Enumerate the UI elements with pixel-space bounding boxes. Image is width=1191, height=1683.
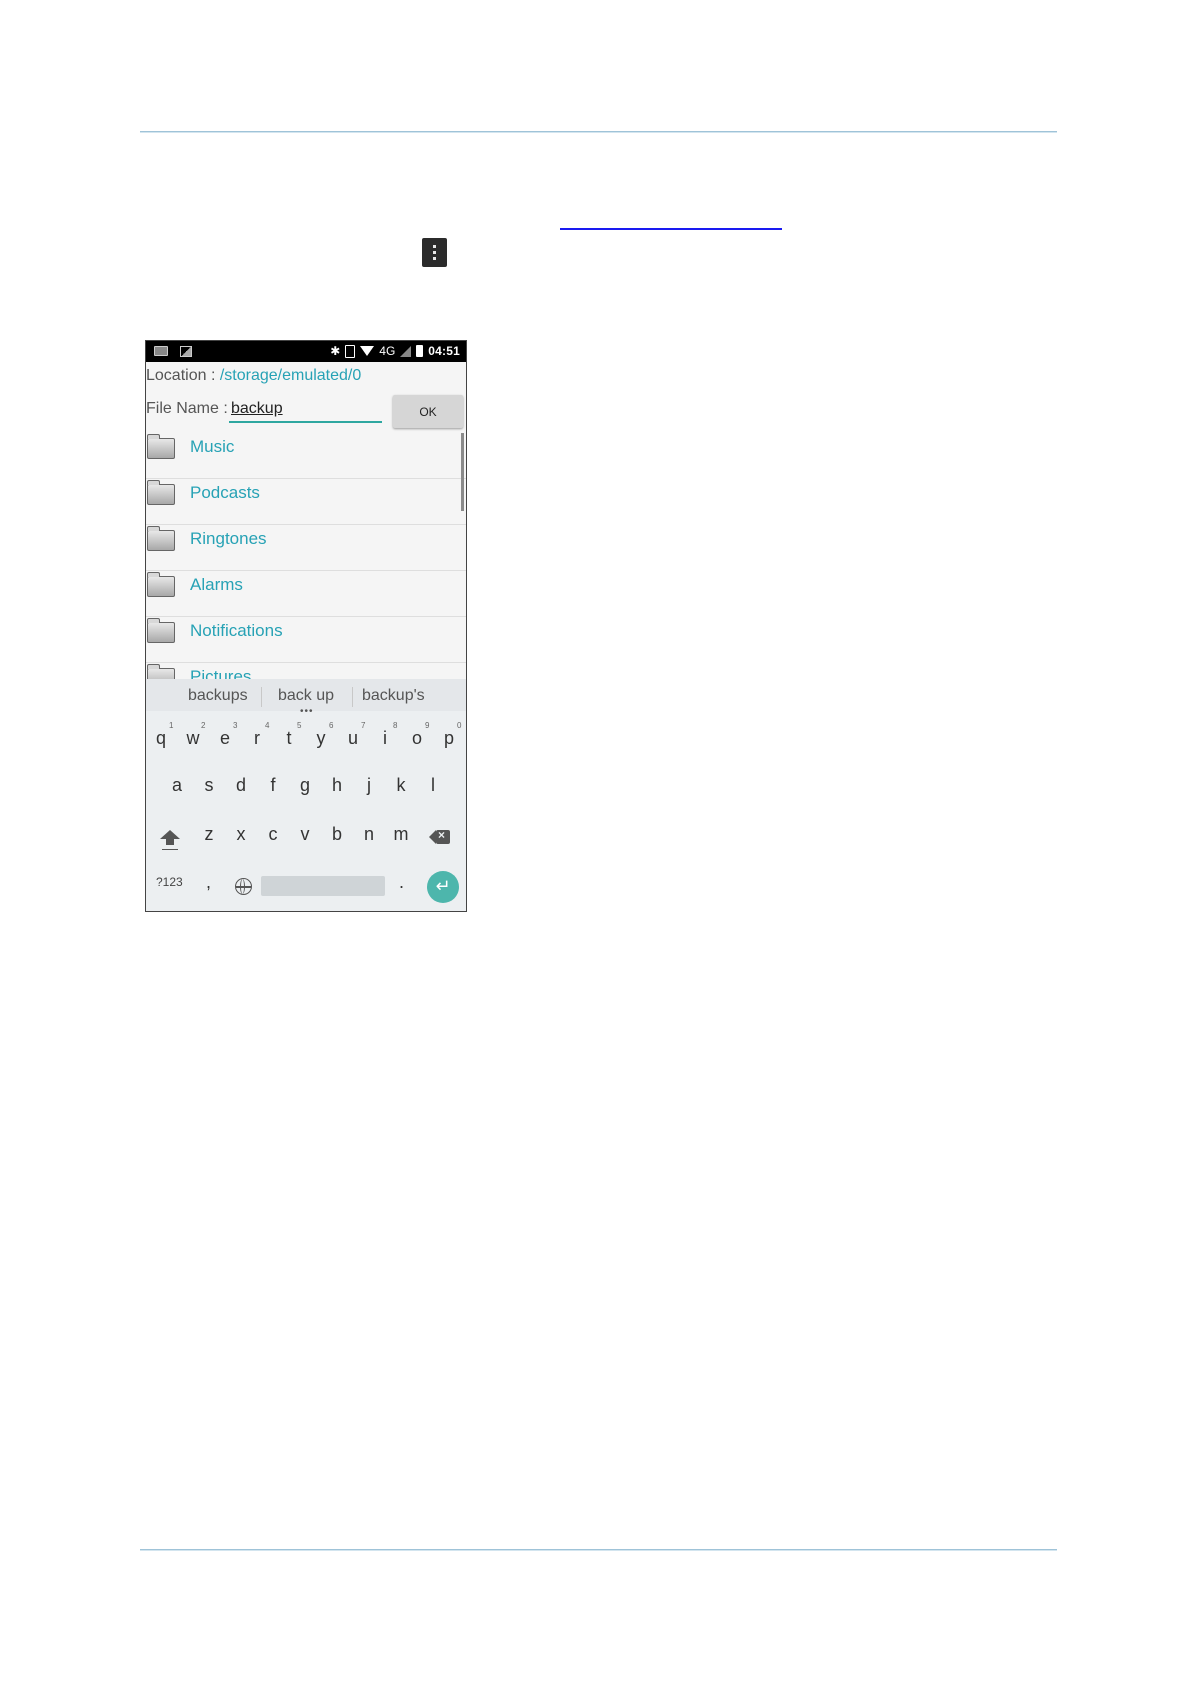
key-h[interactable]: h [322,775,352,796]
header-rule [140,131,1057,133]
key-number-hint: 9 [425,721,430,730]
folder-icon [147,618,175,643]
vibrate-icon [345,344,356,358]
key-t[interactable]: t [274,728,304,749]
key-x[interactable]: x [226,824,256,845]
key-y[interactable]: y [306,728,336,749]
folder-list: Music Podcasts Ringtones Alarms Notification… [146,433,466,679]
more-suggestions-icon: ••• [300,706,314,717]
symbols-key[interactable]: ?123 [156,875,183,889]
network-type: 4G [379,344,396,358]
phone-screenshot: ✱ 4G 04:51 Location : /storage/emulated/… [145,340,467,912]
footer-rule [140,1549,1057,1551]
file-name-input[interactable] [229,397,382,423]
folder-row[interactable]: Alarms [146,571,466,617]
suggestion-3[interactable]: backup's [362,687,425,705]
key-r[interactable]: r [242,728,272,749]
key-u[interactable]: u [338,728,368,749]
key-v[interactable]: v [290,824,320,845]
signal-icon [400,345,412,357]
key-n[interactable]: n [354,824,384,845]
backspace-icon[interactable]: × [429,828,450,844]
key-i[interactable]: i [370,728,400,749]
folder-row[interactable]: Music [146,433,466,479]
key-number-hint: 4 [265,721,270,730]
key-p[interactable]: p [434,728,464,749]
globe-icon[interactable] [235,878,252,895]
key-c[interactable]: c [258,824,288,845]
file-name-label: File Name : [146,400,228,417]
keyboard-icon [154,346,168,356]
hyperlink-underline[interactable] [560,228,782,230]
location-path: /storage/emulated/0 [219,367,362,384]
folder-icon [147,526,175,551]
overflow-menu-icon [422,238,447,267]
enter-key[interactable]: ↵ [427,871,459,903]
key-e[interactable]: e [210,728,240,749]
bluetooth-icon: ✱ [330,344,341,358]
key-l[interactable]: l [418,775,448,796]
key-number-hint: 1 [169,721,174,730]
wifi-icon [360,346,375,356]
folder-icon [147,480,175,505]
key-number-hint: 7 [361,721,366,730]
folder-name: Notifications [190,621,283,640]
suggestion-divider [352,687,353,707]
status-bar: ✱ 4G 04:51 [146,341,466,362]
suggestion-2[interactable]: back up [278,687,334,705]
key-g[interactable]: g [290,775,320,796]
key-m[interactable]: m [386,824,416,845]
key-number-hint: 5 [297,721,302,730]
folder-icon [147,434,175,459]
folder-name: Podcasts [190,483,260,502]
key-j[interactable]: j [354,775,384,796]
shift-icon-underline [162,849,178,850]
key-w[interactable]: w [178,728,208,749]
battery-icon [416,345,424,357]
folder-row[interactable]: Pictures [146,663,466,679]
folder-name: Pictures [190,667,252,679]
folder-icon [147,664,175,679]
folder-name: Alarms [190,575,243,594]
key-k[interactable]: k [386,775,416,796]
shift-icon-stem [166,839,174,845]
soft-keyboard: backups back up backup's ••• × ?123 , . … [146,679,466,911]
key-b[interactable]: b [322,824,352,845]
location-row: Location : /storage/emulated/0 [146,367,361,385]
key-number-hint: 0 [457,721,462,730]
folder-name: Music [190,437,235,456]
status-time: 04:51 [428,344,460,358]
comma-key[interactable]: , [206,872,211,893]
location-label: Location : [146,367,220,384]
folder-row[interactable]: Notifications [146,617,466,663]
key-f[interactable]: f [258,775,288,796]
key-a[interactable]: a [162,775,192,796]
key-z[interactable]: z [194,824,224,845]
key-number-hint: 8 [393,721,398,730]
key-q[interactable]: q [146,728,176,749]
folder-name: Ringtones [190,529,267,548]
shift-icon[interactable] [160,830,180,839]
suggestion-1[interactable]: backups [188,687,248,705]
key-number-hint: 2 [201,721,206,730]
key-o[interactable]: o [402,728,432,749]
folder-row[interactable]: Podcasts [146,479,466,525]
period-key[interactable]: . [399,872,404,893]
key-number-hint: 6 [329,721,334,730]
key-d[interactable]: d [226,775,256,796]
folder-row[interactable]: Ringtones [146,525,466,571]
image-icon [180,346,192,357]
space-key[interactable] [261,876,385,896]
folder-icon [147,572,175,597]
suggestion-strip: backups back up backup's ••• [146,679,466,717]
key-s[interactable]: s [194,775,224,796]
suggestion-divider [261,687,262,707]
folder-list-scrollbar[interactable] [461,433,464,511]
key-number-hint: 3 [233,721,238,730]
ok-button[interactable]: OK [393,395,463,428]
